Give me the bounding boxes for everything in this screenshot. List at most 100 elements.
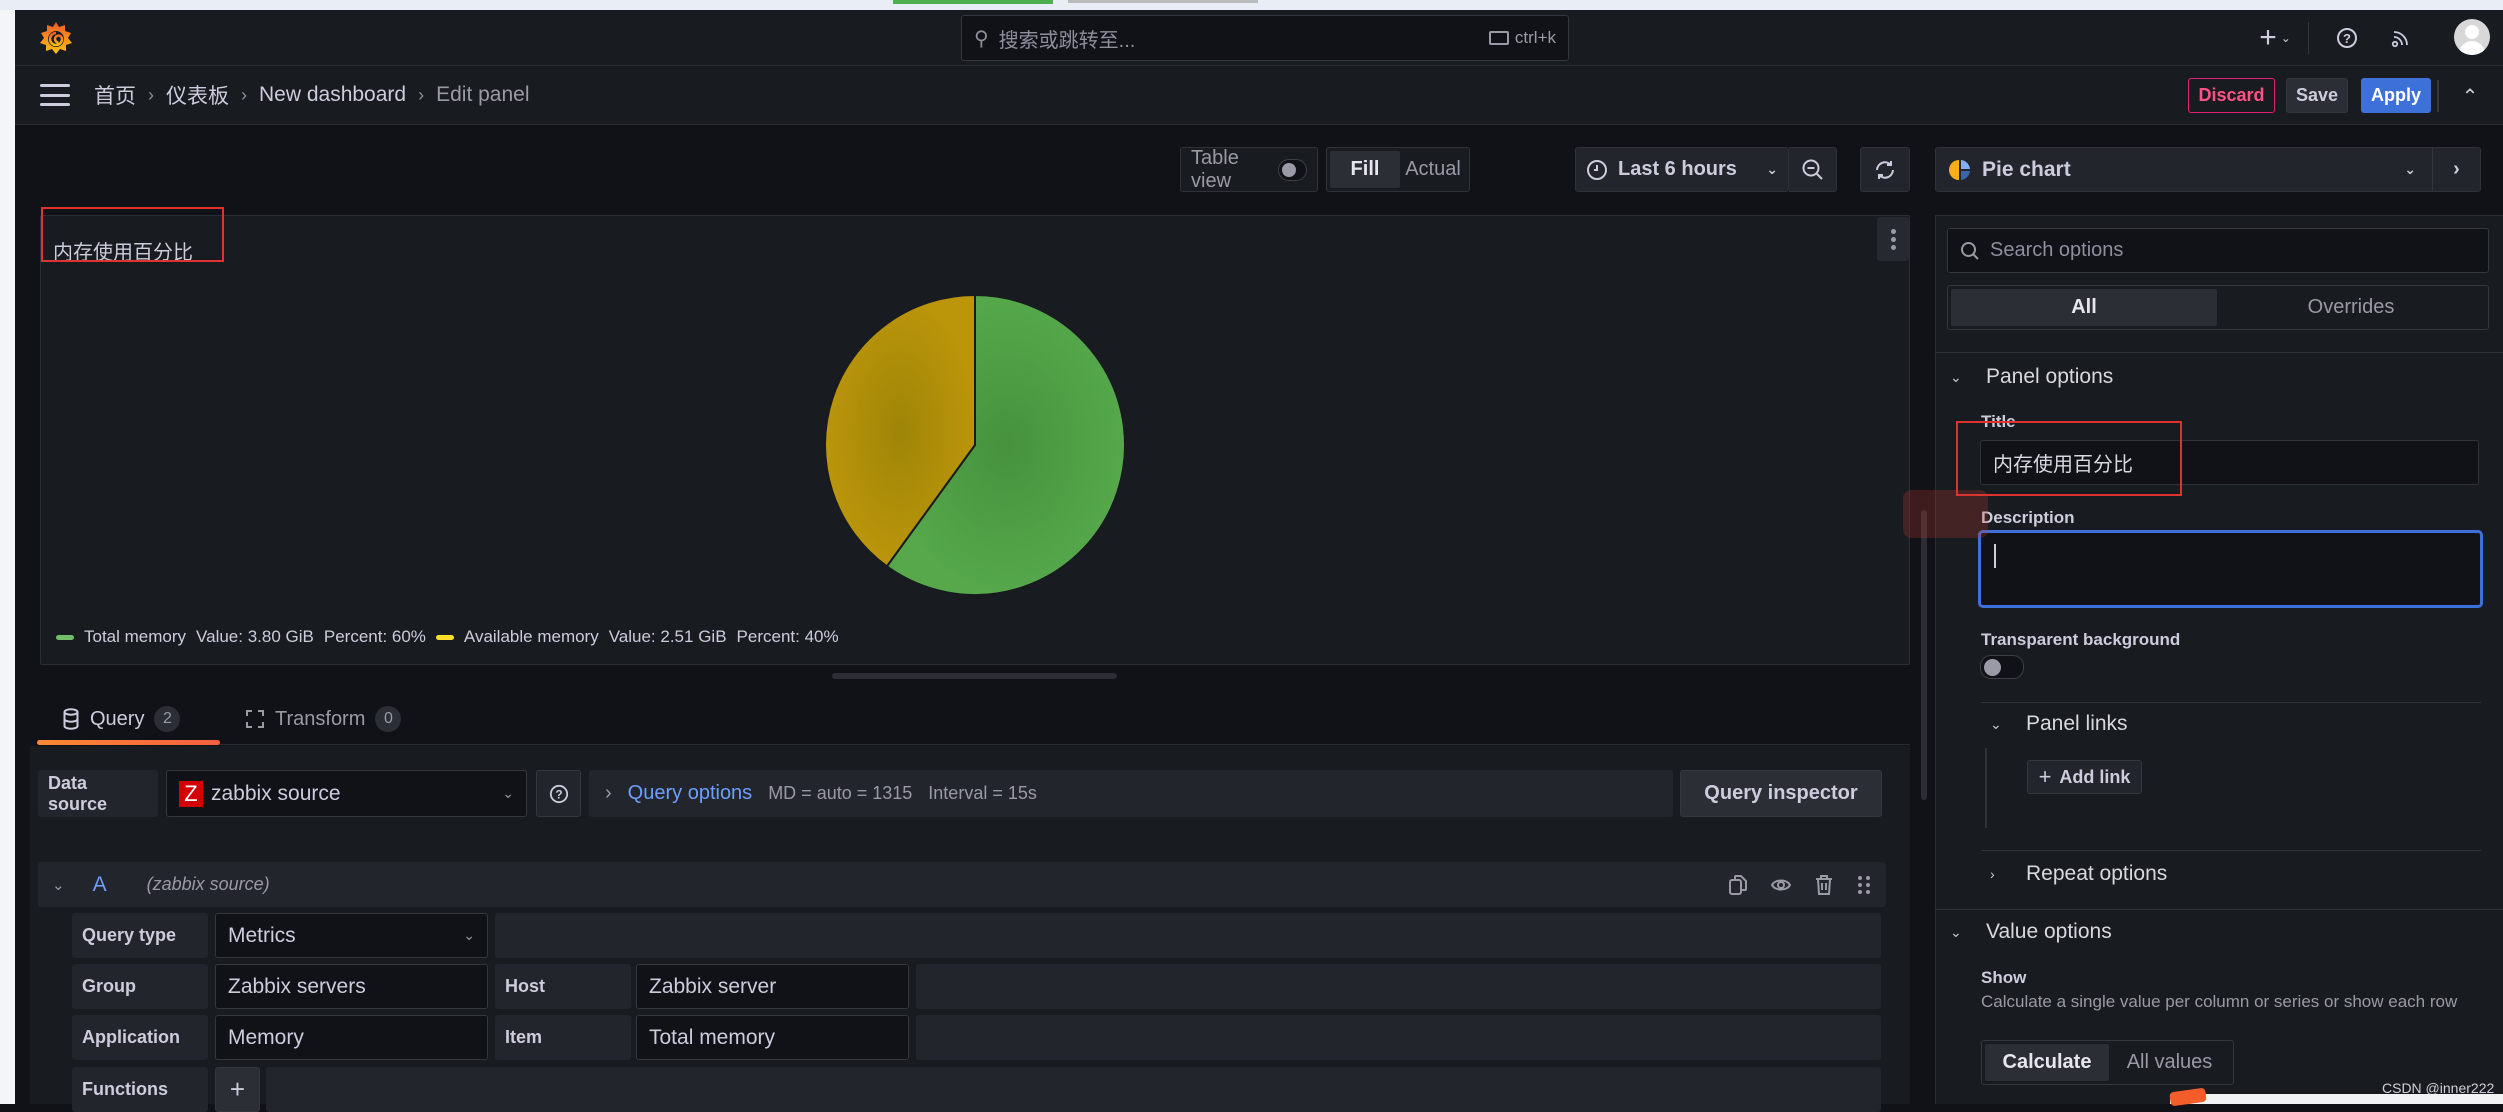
legend-item[interactable]: Available memory Value: 2.51 GiB Percent… <box>435 627 839 647</box>
add-link-button[interactable]: + Add link <box>2027 760 2142 794</box>
bottom-popup-strip <box>2169 1087 2503 1107</box>
refresh-icon <box>1876 160 1894 179</box>
table-view-toggle[interactable]: Table view <box>1180 147 1318 192</box>
chevron-down-icon[interactable]: ⌄ <box>52 876 65 894</box>
news-button[interactable] <box>2381 15 2421 61</box>
data-source-select[interactable]: Z zabbix source ⌄ <box>166 770 527 817</box>
zabbix-logo-icon: Z <box>179 780 203 807</box>
all-values-option[interactable]: All values <box>2109 1044 2230 1081</box>
table-view-label: Table view <box>1191 146 1239 192</box>
visualization-picker[interactable]: Pie chart ⌄ › <box>1935 147 2481 192</box>
chevron-right-icon: › <box>605 782 612 804</box>
breadcrumb: 首页 › 仪表板 › New dashboard › Edit panel <box>94 80 530 110</box>
grafana-logo-icon[interactable] <box>38 20 74 56</box>
query-ref-id[interactable]: A <box>93 873 107 897</box>
tab-query[interactable]: Query 2 <box>62 695 181 743</box>
tab-transform[interactable]: Transform 0 <box>245 695 402 743</box>
panel-links-title: Panel links <box>2026 712 2128 735</box>
search-options-input[interactable]: Search options <box>1947 228 2489 273</box>
query-count-badge: 2 <box>154 706 181 732</box>
user-avatar[interactable] <box>2454 19 2490 55</box>
tab-transform-label: Transform <box>275 707 366 730</box>
svg-text:?: ? <box>555 787 562 801</box>
chevron-right-icon: › <box>2453 158 2460 180</box>
chevron-down-icon: ⌄ <box>2404 161 2416 177</box>
zoom-out-time-button[interactable] <box>1789 147 1837 192</box>
breadcrumb-home[interactable]: 首页 <box>94 80 136 110</box>
breadcrumb-dashboards[interactable]: 仪表板 <box>166 80 229 110</box>
show-label: Show <box>1981 968 2027 987</box>
discard-button[interactable]: Discard <box>2188 78 2275 113</box>
query-type-select[interactable]: Metrics ⌄ <box>215 913 488 958</box>
query-inspector-button[interactable]: Query inspector <box>1680 770 1882 817</box>
user-avatar-body <box>2459 41 2485 55</box>
browser-tab-indicator <box>1068 0 1258 3</box>
group-input[interactable]: Zabbix servers <box>215 964 488 1009</box>
pie-chart-icon <box>1949 159 1970 180</box>
user-avatar-icon <box>2465 25 2479 39</box>
group-label: Group <box>72 964 208 1009</box>
search-options-placeholder: Search options <box>1990 239 2124 261</box>
panel-options-header[interactable]: ⌄ Panel options <box>1950 362 2113 392</box>
nav-divider <box>2308 22 2309 54</box>
calculate-option[interactable]: Calculate <box>1985 1044 2109 1081</box>
apply-button[interactable]: Apply <box>2361 78 2431 113</box>
drag-handle-icon[interactable] <box>1856 874 1872 896</box>
hamburger-icon-line <box>40 84 70 87</box>
breadcrumb-new-dashboard[interactable]: New dashboard <box>259 83 406 107</box>
panel-links-header[interactable]: ⌄ Panel links <box>1990 709 2128 739</box>
row-filler <box>495 913 1881 958</box>
panel-resize-handle[interactable] <box>832 673 1117 679</box>
keyboard-icon <box>1488 31 1509 45</box>
help-button[interactable]: ? <box>2327 15 2367 61</box>
collapse-options-button[interactable]: › <box>2432 148 2480 191</box>
translate-overlay-widget[interactable] <box>1903 490 1988 538</box>
add-function-button[interactable]: + <box>215 1067 260 1112</box>
data-source-help-button[interactable]: ? <box>536 770 581 817</box>
application-label: Application <box>72 1015 208 1060</box>
repeat-options-header[interactable]: › Repeat options <box>1990 859 2167 889</box>
eye-icon[interactable] <box>1770 874 1792 896</box>
active-tab-indicator <box>37 740 220 745</box>
legend-item[interactable]: Total memory Value: 3.80 GiB Percent: 60… <box>56 627 426 647</box>
data-source-value: zabbix source <box>211 781 341 805</box>
save-button[interactable]: Save <box>2286 78 2348 113</box>
help-icon: ? <box>549 784 568 803</box>
application-input[interactable]: Memory <box>215 1015 488 1060</box>
hamburger-icon-line <box>40 93 70 97</box>
browser-tab-indicator <box>893 0 1053 4</box>
tab-overrides[interactable]: Overrides <box>2217 289 2485 326</box>
menu-toggle-button[interactable] <box>40 84 70 106</box>
data-source-label: Data source <box>38 770 158 817</box>
duplicate-icon[interactable] <box>1728 874 1748 896</box>
plus-icon: + <box>2259 21 2277 54</box>
query-row-header[interactable]: ⌄ A (zabbix source) <box>38 862 1886 907</box>
panel-description-textarea[interactable] <box>1978 530 2483 608</box>
value-options-header[interactable]: ⌄ Value options <box>1950 917 2112 947</box>
breadcrumb-separator: › <box>241 84 247 105</box>
item-label: Item <box>495 1015 631 1060</box>
query-options-toggle[interactable]: › Query options MD = auto = 1315 Interva… <box>589 770 1673 817</box>
add-new-button[interactable]: + ⌄ <box>2250 15 2300 61</box>
transparent-background-switch[interactable] <box>1980 655 2024 679</box>
plus-icon: + <box>2038 764 2052 789</box>
tab-all[interactable]: All <box>1951 289 2217 326</box>
fill-option[interactable]: Fill <box>1330 151 1400 188</box>
fill-actual-toggle: Fill Actual <box>1326 147 1470 192</box>
refresh-button[interactable] <box>1860 147 1910 192</box>
trash-icon[interactable] <box>1814 874 1834 896</box>
global-search-input[interactable]: ⚲ 搜索或跳转至... ctrl+k <box>961 15 1569 61</box>
panel-menu-button[interactable] <box>1877 217 1909 261</box>
text-caret <box>1994 544 1996 568</box>
collapse-header-button[interactable]: ⌃ <box>2455 82 2485 110</box>
chevron-down-icon: ⌄ <box>1990 715 2002 732</box>
query-type-value: Metrics <box>228 923 296 947</box>
time-range-picker[interactable]: Last 6 hours ⌄ <box>1575 147 1789 192</box>
item-input[interactable]: Total memory <box>636 1015 909 1060</box>
host-input[interactable]: Zabbix server <box>636 964 909 1009</box>
transform-count-badge: 0 <box>375 706 402 732</box>
editor-scrollbar[interactable] <box>1921 510 1927 800</box>
description-label: Description <box>1981 508 2075 527</box>
actual-option[interactable]: Actual <box>1400 151 1466 188</box>
table-view-switch[interactable] <box>1278 158 1307 181</box>
